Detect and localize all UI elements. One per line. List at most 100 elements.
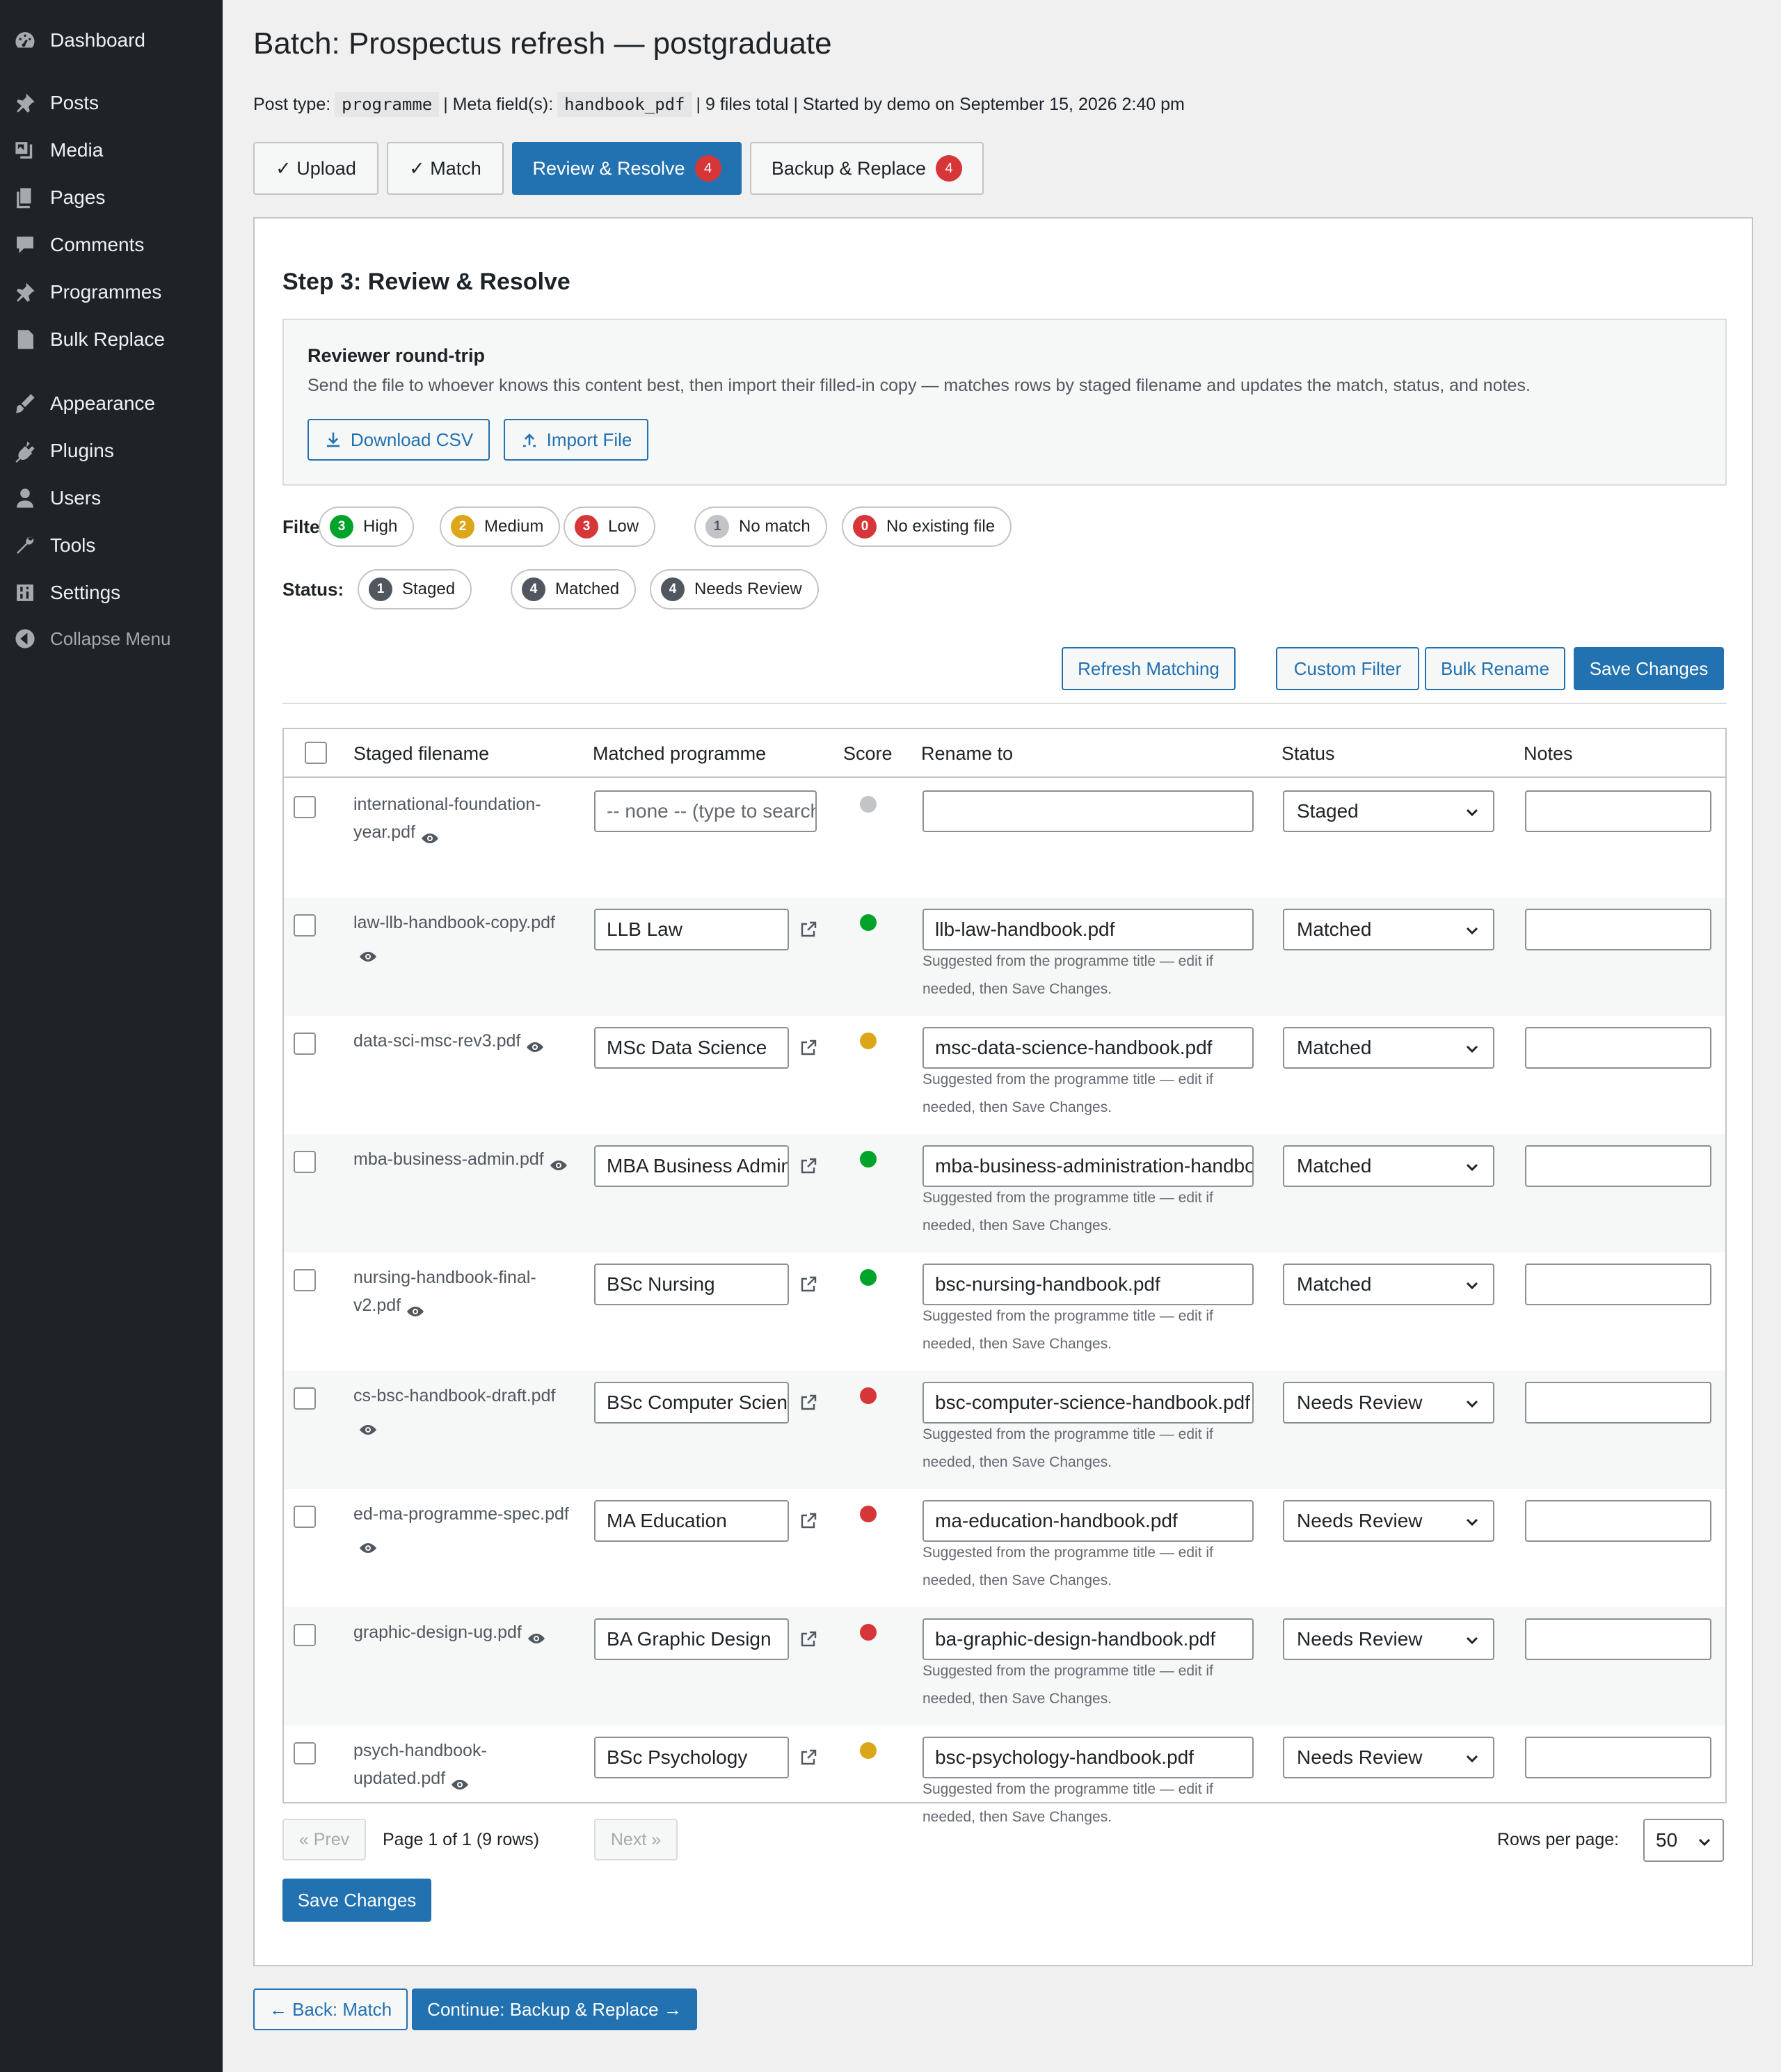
- status-select[interactable]: Needs Review: [1283, 1618, 1494, 1660]
- matched-programme-input[interactable]: MBA Business Administration: [594, 1145, 789, 1187]
- sidebar-item-tools[interactable]: Tools: [0, 526, 223, 565]
- sidebar-item-settings[interactable]: Settings: [0, 573, 223, 612]
- rename-to-input[interactable]: bsc-nursing-handbook.pdf: [923, 1264, 1254, 1305]
- rename-to-input[interactable]: bsc-computer-science-handbook.pdf: [923, 1382, 1254, 1424]
- matched-programme-input[interactable]: BSc Nursing: [594, 1264, 789, 1305]
- next-page-button[interactable]: Next »: [594, 1819, 678, 1860]
- status-select[interactable]: Matched: [1283, 1145, 1494, 1187]
- save-changes-top-button[interactable]: Save Changes: [1574, 647, 1724, 690]
- external-link-icon[interactable]: [799, 1511, 818, 1531]
- row-checkbox[interactable]: [294, 1624, 316, 1646]
- eye-icon[interactable]: [548, 1153, 569, 1171]
- matched-programme-input[interactable]: LLB Law: [594, 909, 789, 950]
- rows-per-page-select[interactable]: 50: [1643, 1819, 1724, 1862]
- external-link-icon[interactable]: [799, 1629, 818, 1649]
- status-select[interactable]: Needs Review: [1283, 1382, 1494, 1424]
- sidebar-item-appearance[interactable]: Appearance: [0, 384, 223, 423]
- custom-filter-button[interactable]: Custom Filter: [1276, 647, 1419, 690]
- notes-input[interactable]: [1525, 909, 1711, 950]
- notes-input[interactable]: [1525, 1264, 1711, 1305]
- row-checkbox[interactable]: [294, 1506, 316, 1528]
- eye-icon[interactable]: [526, 1626, 547, 1644]
- row-checkbox[interactable]: [294, 1742, 316, 1764]
- external-link-icon[interactable]: [799, 920, 818, 939]
- eye-icon[interactable]: [525, 1035, 545, 1053]
- sidebar-item-media[interactable]: Media: [0, 131, 223, 170]
- sidebar-item-posts[interactable]: Posts: [0, 83, 223, 122]
- row-checkbox[interactable]: [294, 914, 316, 937]
- filter-pill-low[interactable]: 3 Low: [564, 507, 656, 547]
- tab-upload[interactable]: ✓ Upload: [253, 142, 378, 195]
- external-link-icon[interactable]: [799, 1748, 818, 1767]
- sidebar-item-comments[interactable]: Comments: [0, 225, 223, 264]
- external-link-icon[interactable]: [799, 1275, 818, 1294]
- tab-review-resolve[interactable]: Review & Resolve 4: [512, 142, 742, 195]
- external-link-icon[interactable]: [799, 1038, 818, 1058]
- rename-to-input[interactable]: bsc-psychology-handbook.pdf: [923, 1737, 1254, 1778]
- filter-pill-no-match[interactable]: 1 No match: [694, 507, 827, 547]
- eye-icon[interactable]: [449, 1772, 470, 1790]
- rename-to-input[interactable]: msc-data-science-handbook.pdf: [923, 1027, 1254, 1069]
- rename-to-input[interactable]: [923, 790, 1254, 832]
- row-checkbox[interactable]: [294, 1033, 316, 1055]
- sidebar-item-dashboard[interactable]: Dashboard: [0, 21, 223, 60]
- matched-programme-input[interactable]: BSc Psychology: [594, 1737, 789, 1778]
- row-checkbox[interactable]: [294, 1151, 316, 1173]
- matched-programme-input[interactable]: MSc Data Science: [594, 1027, 789, 1069]
- rename-to-input[interactable]: ba-graphic-design-handbook.pdf: [923, 1618, 1254, 1660]
- eye-icon[interactable]: [358, 1536, 378, 1554]
- rename-to-input[interactable]: llb-law-handbook.pdf: [923, 909, 1254, 950]
- status-select[interactable]: Matched: [1283, 909, 1494, 950]
- status-pill-staged[interactable]: 1 Staged: [358, 569, 472, 609]
- filter-pill-high[interactable]: 3 High: [319, 507, 415, 547]
- back-match-button[interactable]: ← Back: Match: [253, 1989, 408, 2030]
- status-select[interactable]: Matched: [1283, 1264, 1494, 1305]
- status-pill-matched[interactable]: 4 Matched: [511, 569, 637, 609]
- eye-icon[interactable]: [405, 1299, 426, 1317]
- notes-input[interactable]: [1525, 1737, 1711, 1778]
- select-all-checkbox[interactable]: [305, 742, 327, 764]
- sidebar-item-plugins[interactable]: Plugins: [0, 431, 223, 470]
- matched-programme-input[interactable]: BA Graphic Design: [594, 1618, 789, 1660]
- notes-input[interactable]: [1525, 1500, 1711, 1542]
- external-link-icon[interactable]: [799, 1156, 818, 1176]
- import-file-button[interactable]: Import File: [504, 419, 648, 461]
- tab-match[interactable]: ✓ Match: [387, 142, 504, 195]
- sidebar-item-pages[interactable]: Pages: [0, 178, 223, 217]
- status-select[interactable]: Staged: [1283, 790, 1494, 832]
- row-checkbox[interactable]: [294, 1269, 316, 1291]
- row-checkbox[interactable]: [294, 1387, 316, 1410]
- sidebar-item-programmes[interactable]: Programmes: [0, 273, 223, 312]
- continue-backup-button[interactable]: Continue: Backup & Replace →: [412, 1989, 697, 2030]
- eye-icon[interactable]: [420, 826, 440, 844]
- bulk-rename-button[interactable]: Bulk Rename: [1425, 647, 1565, 690]
- notes-input[interactable]: [1525, 1618, 1711, 1660]
- prev-page-button[interactable]: « Prev: [282, 1819, 366, 1860]
- sidebar-item-bulk-replace[interactable]: Bulk Replace: [0, 320, 223, 359]
- notes-input[interactable]: [1525, 1027, 1711, 1069]
- eye-icon[interactable]: [358, 1417, 378, 1435]
- rename-to-input[interactable]: ma-education-handbook.pdf: [923, 1500, 1254, 1542]
- status-select[interactable]: Matched: [1283, 1027, 1494, 1069]
- notes-input[interactable]: [1525, 1382, 1711, 1424]
- rename-to-input[interactable]: mba-business-administration-handbook.pdf: [923, 1145, 1254, 1187]
- refresh-matching-button[interactable]: Refresh Matching: [1062, 647, 1236, 690]
- collapse-menu-button[interactable]: Collapse Menu: [0, 619, 223, 658]
- sidebar-item-users[interactable]: Users: [0, 479, 223, 518]
- external-link-icon[interactable]: [799, 1393, 818, 1412]
- filter-pill-medium[interactable]: 2 Medium: [440, 507, 561, 547]
- status-select[interactable]: Needs Review: [1283, 1737, 1494, 1778]
- notes-input[interactable]: [1525, 790, 1711, 832]
- status-select[interactable]: Needs Review: [1283, 1500, 1494, 1542]
- filter-pill-no-existing-file[interactable]: 0 No existing file: [842, 507, 1012, 547]
- matched-programme-input[interactable]: MA Education: [594, 1500, 789, 1542]
- row-checkbox[interactable]: [294, 796, 316, 818]
- download-csv-button[interactable]: Download CSV: [308, 419, 490, 461]
- notes-input[interactable]: [1525, 1145, 1711, 1187]
- tab-backup-replace[interactable]: Backup & Replace 4: [750, 142, 984, 195]
- matched-programme-input[interactable]: BSc Computer Science: [594, 1382, 789, 1424]
- status-pill-needs-review[interactable]: 4 Needs Review: [650, 569, 819, 609]
- save-changes-bottom-button[interactable]: Save Changes: [282, 1879, 431, 1922]
- matched-programme-input[interactable]: -- none -- (type to search): [594, 790, 817, 832]
- eye-icon[interactable]: [358, 944, 378, 962]
